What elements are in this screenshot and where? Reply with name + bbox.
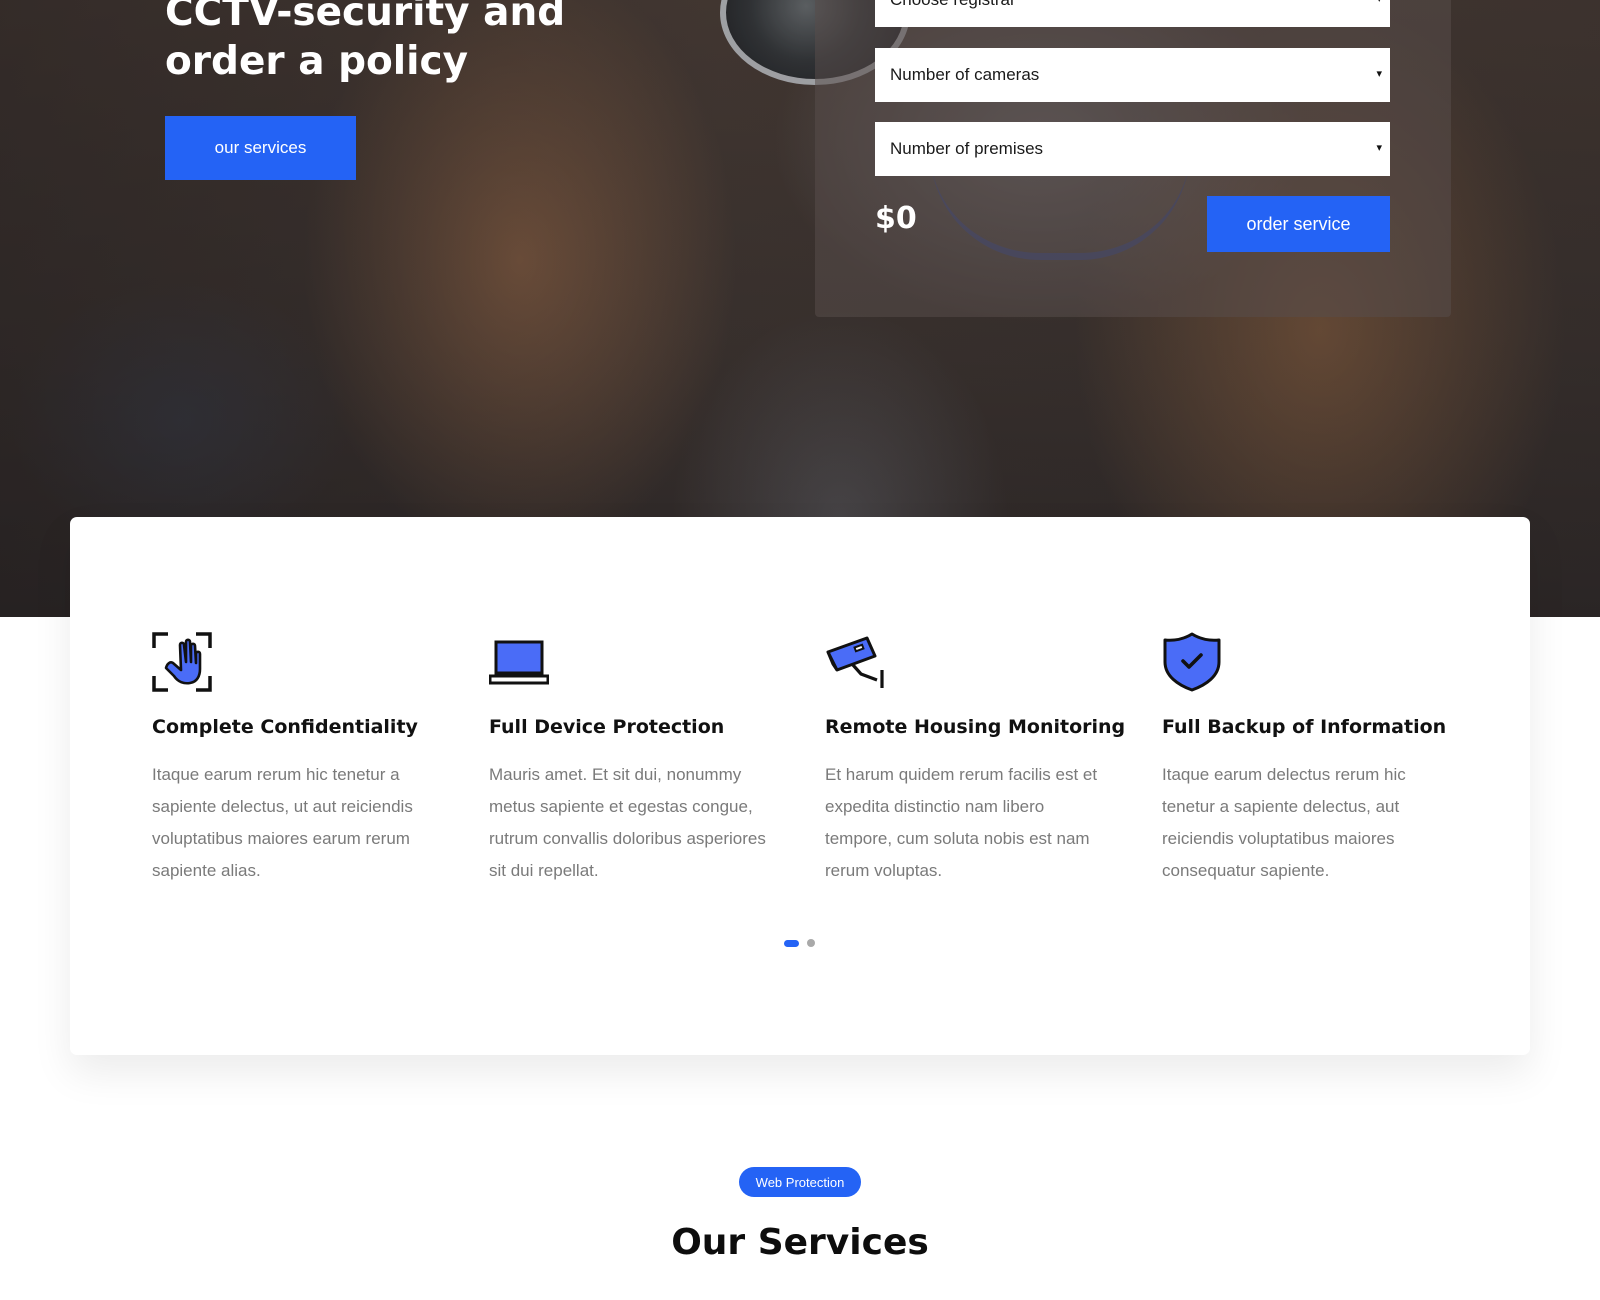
price-total: $0 [875,201,917,236]
registrar-select[interactable]: Choose registrar ▾ [875,0,1390,27]
feature-description: Itaque earum delectus rerum hic tenetur … [1162,765,1406,880]
hero-title-line-1: CCTV-security and [165,0,566,35]
section-title: Our Services [671,1222,929,1263]
feature-title: Full Backup of Information [1162,716,1447,738]
section-tag-badge: Web Protection [739,1167,861,1197]
chevron-down-icon: ▾ [1376,68,1382,81]
feature-description: Mauris amet. Et sit dui, nonummy metus s… [489,765,766,880]
cameras-select[interactable]: Number of cameras ▾ [875,48,1390,102]
cameras-select-value: Number of cameras [890,65,1040,84]
our-services-button[interactable]: our services [165,116,356,180]
security-camera-icon [826,636,884,688]
hero-title: CCTV-security and order a policy [165,0,625,86]
feature-title: Remote Housing Monitoring [825,716,1126,738]
chevron-down-icon: ▾ [1376,0,1382,5]
registrar-select-value: Choose registrar [890,0,1016,10]
feature-title: Full Device Protection [489,716,725,738]
carousel-dot-1[interactable] [784,939,799,947]
chevron-down-icon: ▾ [1376,142,1382,155]
shield-check-icon [1163,632,1221,692]
hand-scan-icon [152,632,212,692]
carousel-pagination [784,939,815,947]
premises-select-value: Number of premises [890,139,1044,158]
feature-description: Itaque earum rerum hic tenetur a sapient… [152,765,413,880]
feature-description: Et harum quidem rerum facilis est et exp… [825,765,1098,880]
hero-title-line-2: order a policy [165,39,469,84]
feature-title: Complete Confidentiality [152,716,418,738]
order-service-button[interactable]: order service [1207,196,1390,252]
carousel-dot-2[interactable] [807,939,815,947]
premises-select[interactable]: Number of premises ▾ [875,122,1390,176]
laptop-icon [489,640,549,685]
page: CCTV-security and order a policy our ser… [0,0,1600,1300]
